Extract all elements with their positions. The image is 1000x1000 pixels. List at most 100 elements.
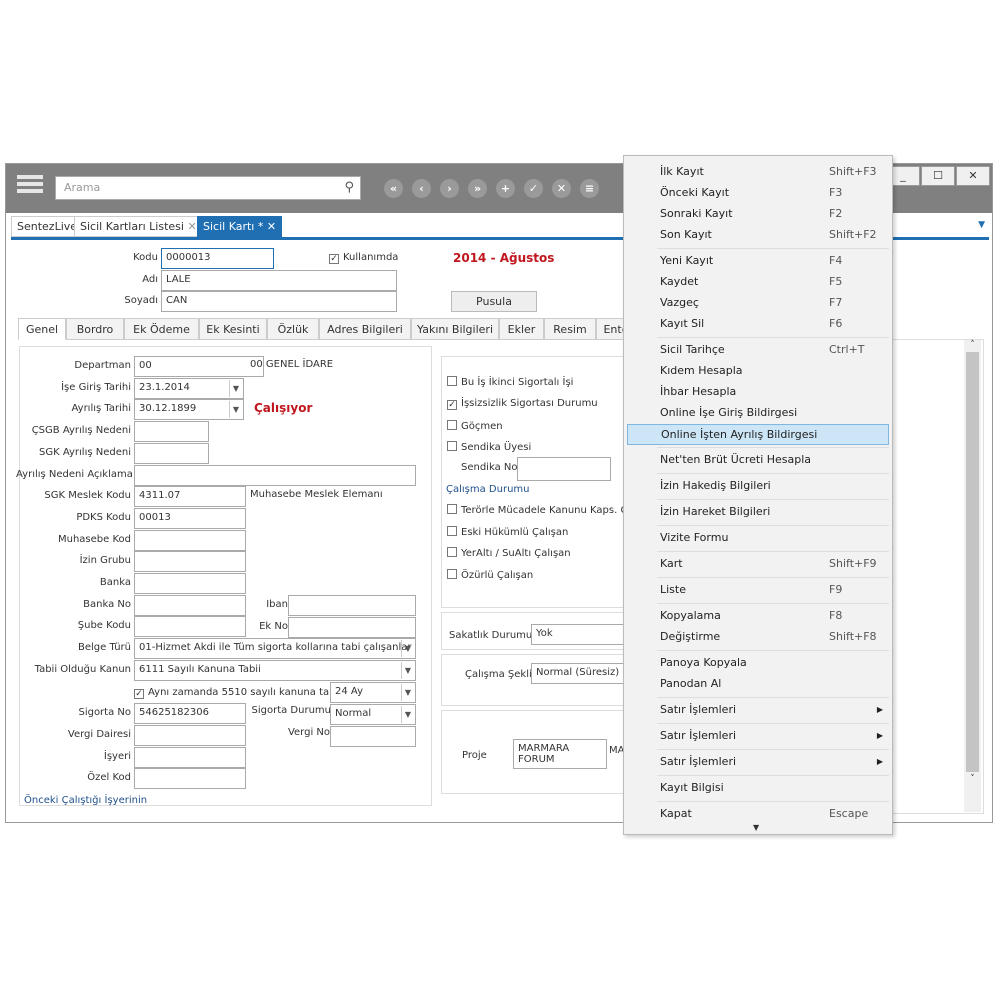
eski-hukumlu-checkbox[interactable]: Eski Hükümlü Çalışan — [447, 526, 568, 538]
tab-sicil-karti[interactable]: Sicil Kartı * ✕ — [197, 216, 283, 237]
form-tab[interactable]: Genel — [18, 318, 66, 340]
sendika-checkbox[interactable]: Sendika Üyesi — [447, 441, 531, 453]
ise_giris-input[interactable]: 23.1.2014 ▼ — [134, 377, 244, 399]
menu-item[interactable]: Panoya Kopyala — [627, 653, 889, 674]
pdks-input[interactable]: 00013 — [134, 507, 246, 529]
soyadi-input[interactable]: CAN — [161, 291, 397, 312]
vertical-scrollbar[interactable]: ˄ ˅ — [964, 340, 981, 812]
sure-select[interactable]: 24 Ay ▼ — [330, 682, 416, 703]
kullanimda-checkbox[interactable]: ✓ Kullanımda — [329, 252, 398, 264]
sigorta_no-input[interactable]: 54625182306 — [134, 703, 246, 725]
sendika-no-input[interactable] — [517, 457, 611, 481]
scroll-up-icon[interactable]: ˄ — [964, 340, 981, 350]
calisma-sekli-select[interactable]: Normal (Süresiz) — [531, 663, 626, 684]
ozel_kod-input[interactable] — [134, 768, 246, 790]
cancel-record-button[interactable]: ✕ — [552, 179, 571, 198]
menu-item[interactable]: İzin Hareket Bilgileri — [627, 502, 889, 523]
menu-item[interactable]: Değiştirme Shift+F8 — [627, 627, 889, 648]
menu-item[interactable]: Kayıt Sil F6 — [627, 314, 889, 335]
form-tab[interactable]: Özlük — [267, 318, 319, 340]
tab-sentezlive[interactable]: SentezLive — [11, 216, 84, 237]
chevron-down-icon[interactable]: ▼ — [401, 661, 414, 679]
form-tab[interactable]: Ekler — [499, 318, 544, 340]
maximize-button[interactable]: ☐ — [921, 166, 955, 186]
iban-input[interactable] — [288, 595, 416, 616]
menu-item[interactable]: Satır İşlemleri ▶ — [627, 752, 889, 773]
menu-item[interactable]: Kopyalama F8 — [627, 606, 889, 627]
menu-item[interactable]: Önceki Kayıt F3 — [627, 183, 889, 204]
vergi_dairesi-input[interactable] — [134, 724, 246, 746]
chevron-down-icon[interactable]: ▼ — [229, 401, 242, 419]
form-tab[interactable]: Yakını Bilgileri — [411, 318, 499, 340]
search-icon[interactable]: ⚲ — [344, 180, 354, 195]
sakatlik-select[interactable]: Yok — [531, 624, 626, 645]
menu-item[interactable]: Son Kayıt Shift+F2 — [627, 225, 889, 246]
menu-item[interactable]: Kaydet F5 — [627, 272, 889, 293]
chevron-down-icon[interactable]: ▼ — [401, 706, 414, 723]
form-tab[interactable]: Resim — [544, 318, 596, 340]
izin-input[interactable] — [134, 551, 246, 573]
aciklama-input[interactable] — [134, 464, 416, 486]
form-tab[interactable]: Ek Kesinti — [199, 318, 267, 340]
last-record-button[interactable]: » — [468, 179, 487, 198]
first-record-button[interactable]: « — [384, 179, 403, 198]
belge-input[interactable]: 01-Hizmet Akdi ile Tüm sigorta kollarına… — [134, 638, 416, 660]
sube-input[interactable] — [134, 616, 246, 638]
next-record-button[interactable]: › — [440, 179, 459, 198]
menu-item[interactable]: Vazgeç F7 — [627, 293, 889, 314]
teror-checkbox[interactable]: Terörle Mücadele Kanunu Kaps. Ça — [447, 504, 625, 516]
menu-item[interactable]: İhbar Hesapla — [627, 382, 889, 403]
scroll-down-icon[interactable]: ˅ — [964, 774, 981, 784]
menu-item[interactable]: İlk Kayıt Shift+F3 — [627, 162, 889, 183]
close-tab-icon[interactable]: ✕ — [187, 220, 196, 233]
menu-item[interactable]: Net'ten Brüt Ücreti Hesapla — [627, 450, 889, 471]
ikinci-sigortali-checkbox[interactable]: Bu İş İkinci Sigortalı İşi — [447, 376, 573, 388]
tab-sicil-kartlari-listesi[interactable]: Sicil Kartları Listesi ✕ — [74, 216, 203, 237]
search-input[interactable]: Arama ⚲ — [55, 176, 361, 200]
close-tab-icon[interactable]: ✕ — [267, 220, 276, 233]
chevron-down-icon[interactable]: ▼ — [229, 379, 242, 397]
proje-input[interactable]: MARMARA FORUM — [513, 739, 607, 769]
form-tab[interactable]: Ek Ödeme — [124, 318, 199, 340]
ek-no-input[interactable] — [288, 617, 416, 638]
scrollbar-thumb[interactable] — [966, 352, 979, 772]
chevron-down-icon[interactable]: ▼ — [401, 640, 414, 658]
save-record-button[interactable]: ✓ — [524, 179, 543, 198]
menu-scroll-down-icon[interactable]: ▼ — [753, 823, 759, 832]
banka-input[interactable] — [134, 573, 246, 594]
menu-item[interactable]: Satır İşlemleri ▶ — [627, 726, 889, 747]
close-window-button[interactable]: ✕ — [956, 166, 990, 186]
csgb-input[interactable] — [134, 421, 209, 443]
menu-item[interactable]: Liste F9 — [627, 580, 889, 601]
kanun-input[interactable]: 6111 Sayılı Kanuna Tabii ▼ — [134, 659, 416, 681]
banka_no-input[interactable] — [134, 594, 246, 616]
ayrilis-input[interactable]: 30.12.1899 ▼ — [134, 399, 244, 421]
more-menu-button[interactable]: ≡ — [580, 179, 599, 198]
yeralti-checkbox[interactable]: YerAltı / SuAltı Çalışan — [447, 547, 571, 559]
isyeri-input[interactable] — [134, 746, 246, 768]
menu-item[interactable]: Yeni Kayıt F4 — [627, 251, 889, 272]
sigorta-durum-select[interactable]: Normal ▼ — [330, 704, 416, 725]
adi-input[interactable]: LALE — [161, 270, 397, 291]
sgk_ayrilis-input[interactable] — [134, 442, 209, 464]
gocmen-checkbox[interactable]: Göçmen — [447, 420, 503, 432]
muhasebe-input[interactable] — [134, 529, 246, 551]
menu-item[interactable]: Kart Shift+F9 — [627, 554, 889, 575]
menu-item[interactable]: Sonraki Kayıt F2 — [627, 204, 889, 225]
vergi-no-input[interactable] — [330, 726, 416, 747]
meslek-input[interactable]: 4311.07 — [134, 486, 246, 508]
form-tab[interactable]: Adres Bilgileri — [319, 318, 411, 340]
menu-item[interactable]: Kıdem Hesapla — [627, 361, 889, 382]
menu-item[interactable]: Kapat Escape — [627, 804, 889, 825]
menu-item[interactable]: Sicil Tarihçe Ctrl+T — [627, 340, 889, 361]
pusula-button[interactable]: Pusula — [451, 291, 537, 312]
tab-list-dropdown-icon[interactable]: ▼ — [978, 220, 985, 230]
kanun-5510-checkbox[interactable]: ✓ Aynı zamanda 5510 sayılı kanuna tabii — [134, 687, 341, 699]
chevron-down-icon[interactable]: ▼ — [401, 684, 414, 701]
kodu-input[interactable]: 0000013 — [161, 248, 274, 269]
menu-item[interactable]: İzin Hakediş Bilgileri — [627, 476, 889, 497]
previous-record-button[interactable]: ‹ — [412, 179, 431, 198]
issizlik-checkbox[interactable]: ✓ İşsizsizlik Sigortası Durumu — [447, 398, 598, 410]
menu-item[interactable]: Vizite Formu — [627, 528, 889, 549]
add-record-button[interactable]: + — [496, 179, 515, 198]
